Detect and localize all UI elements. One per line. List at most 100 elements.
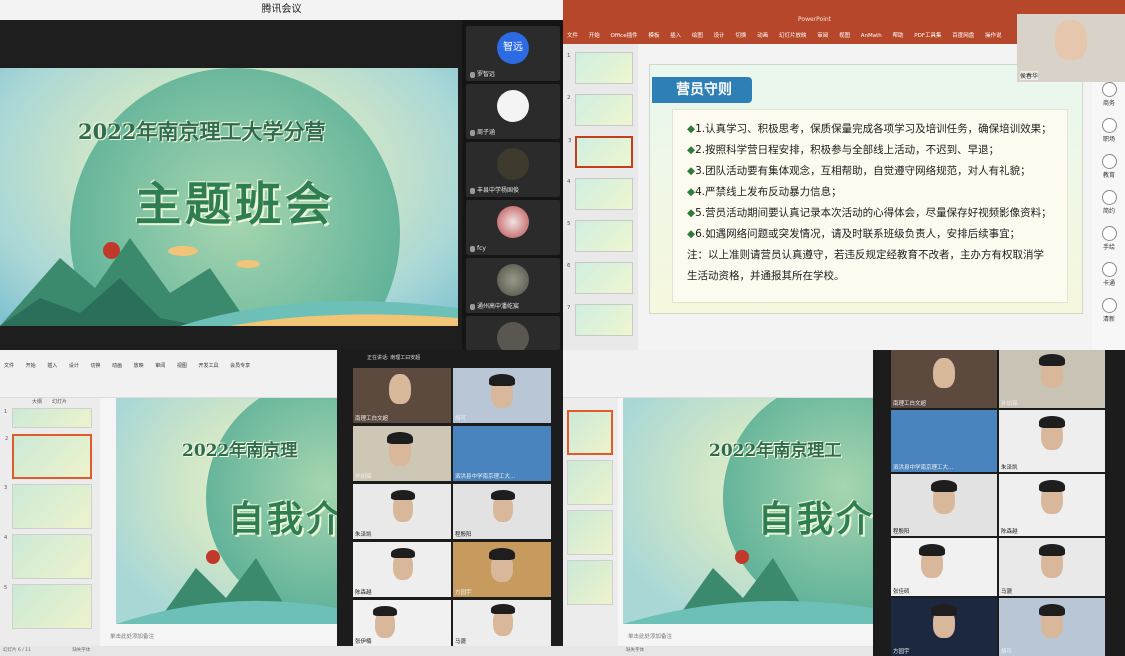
video-tile[interactable]: 陈森越 bbox=[999, 474, 1105, 536]
slide-thumbnail-panel[interactable]: 大纲 幻灯片 1 2 3 4 5 bbox=[0, 398, 100, 646]
slide-thumbnail[interactable]: 1 bbox=[4, 408, 92, 428]
ribbon-tab[interactable]: 帮助 bbox=[893, 33, 904, 39]
participant-tile[interactable]: 智远 罗智远 bbox=[466, 26, 560, 81]
tool-education[interactable]: 教育 bbox=[1096, 154, 1122, 179]
video-tile[interactable]: 陈森越 bbox=[353, 542, 451, 597]
participant-list[interactable]: 智远 罗智远 周子涵 丰县中学杨国俊 fcy 通州高中潘屹宸 bbox=[462, 20, 563, 350]
missing-font-label[interactable]: 缺失字体 bbox=[72, 648, 90, 653]
video-tile[interactable]: 南理工白文超 bbox=[353, 368, 451, 423]
note-line: 注：以上准则请营员认真遵守，若违反规定经教育不改者，主办方有权取消学 bbox=[687, 249, 1044, 261]
avatar: 智远 bbox=[497, 32, 529, 64]
ribbon-tab[interactable]: PDF工具集 bbox=[914, 33, 941, 39]
camera-tile[interactable]: 侯春华 bbox=[1017, 14, 1125, 82]
ribbon-tabs: 文件 开始 Office插件 模板 插入 绘图 设计 切换 动画 幻灯片放映 审… bbox=[567, 31, 1011, 39]
video-tile[interactable]: 胡可 bbox=[453, 368, 551, 423]
participant-tile[interactable]: 丰县中学杨国俊 bbox=[466, 142, 560, 197]
ribbon-tab[interactable]: 设计 bbox=[69, 363, 79, 369]
mic-icon bbox=[470, 187, 475, 194]
slide-thumbnail[interactable]: 1 bbox=[567, 52, 633, 84]
missing-font-label[interactable]: 缺失字体 bbox=[626, 648, 644, 653]
slides-tab[interactable]: 幻灯片 bbox=[52, 398, 67, 405]
rules-textbox[interactable]: ◆1.认真学习、积极思考，保质保量完成各项学习及培训任务，确保培训效果； ◆2.… bbox=[672, 109, 1068, 303]
mic-icon bbox=[470, 129, 475, 136]
ribbon-tab[interactable]: 绘图 bbox=[692, 33, 703, 39]
tool-cartoon[interactable]: 卡通 bbox=[1096, 262, 1122, 287]
ribbon-tab[interactable]: 放映 bbox=[134, 363, 144, 369]
video-tile[interactable]: 方园宇 bbox=[891, 598, 997, 656]
video-tile[interactable]: 朱泽凯 bbox=[353, 484, 451, 539]
video-tile[interactable]: 胡可 bbox=[999, 598, 1105, 656]
ribbon-tab[interactable]: 设计 bbox=[714, 33, 725, 39]
ribbon-tab[interactable]: 插入 bbox=[670, 33, 681, 39]
ribbon-tab[interactable]: 切换 bbox=[90, 363, 100, 369]
video-tile[interactable]: 泗洪县中学南京理工大... bbox=[453, 426, 551, 481]
ribbon-tab[interactable]: 审阅 bbox=[155, 363, 165, 369]
ribbon-tab[interactable]: 百度网盘 bbox=[952, 33, 974, 39]
notes-placeholder[interactable]: 单击此处添加备注 bbox=[618, 632, 873, 644]
video-tile[interactable]: 泗洪县中学南京理工大... bbox=[891, 410, 997, 472]
slide-thumbnail[interactable] bbox=[567, 510, 613, 555]
edit-slide[interactable]: 营员守则 ◆1.认真学习、积极思考，保质保量完成各项学习及培训任务，确保培训效果… bbox=[649, 64, 1083, 314]
video-tile[interactable]: 张佳硕 bbox=[891, 538, 997, 596]
slide-thumbnail-active[interactable]: 2 bbox=[5, 434, 92, 479]
outline-tab[interactable]: 大纲 bbox=[32, 398, 42, 405]
ribbon-tab[interactable]: 会员专享 bbox=[230, 363, 250, 369]
tool-business[interactable]: 商务 bbox=[1096, 82, 1122, 107]
participant-tile[interactable] bbox=[466, 316, 560, 350]
participant-tile[interactable]: 周子涵 bbox=[466, 84, 560, 139]
slide-thumbnail-active[interactable]: 3 bbox=[568, 136, 633, 168]
ribbon-tab[interactable]: 开发工具 bbox=[198, 363, 218, 369]
slide-thumbnail-panel[interactable]: 1 2 3 4 5 6 7 bbox=[563, 44, 638, 350]
ribbon-tab[interactable]: 开始 bbox=[589, 33, 600, 39]
ribbon-tab[interactable]: AnMath bbox=[861, 33, 882, 39]
edit-slide[interactable]: 2022年南京理工 自我介 bbox=[623, 398, 873, 624]
tool-simple[interactable]: 简约 bbox=[1096, 190, 1122, 215]
ribbon-tab[interactable]: 插入 bbox=[47, 363, 57, 369]
ribbon-tab[interactable]: 幻灯片放映 bbox=[779, 33, 807, 39]
video-tile[interactable]: 程殷阳 bbox=[453, 484, 551, 539]
tool-handdrawn[interactable]: 手绘 bbox=[1096, 226, 1122, 251]
slide-thumbnail-active[interactable] bbox=[567, 410, 613, 455]
slide-thumbnail-panel[interactable] bbox=[563, 398, 618, 646]
ribbon-tab[interactable]: 开始 bbox=[26, 363, 36, 369]
ribbon-tab[interactable]: 切换 bbox=[735, 33, 746, 39]
ribbon-tab[interactable]: Office插件 bbox=[611, 33, 638, 39]
slide-thumbnail[interactable] bbox=[567, 460, 613, 505]
slide-thumbnail[interactable] bbox=[567, 560, 613, 605]
tool-career[interactable]: 职场 bbox=[1096, 118, 1122, 143]
ribbon-tab[interactable]: 文件 bbox=[567, 33, 578, 39]
slide-thumbnail[interactable]: 3 bbox=[4, 484, 92, 529]
edit-slide[interactable]: 2022年南京理 自我介 bbox=[116, 398, 337, 624]
video-tile[interactable]: 南理工白文超 bbox=[891, 350, 997, 408]
ribbon-tab[interactable]: 动画 bbox=[757, 33, 768, 39]
video-tile[interactable]: 孙加琛 bbox=[999, 350, 1105, 408]
participant-tile[interactable]: fcy bbox=[466, 200, 560, 255]
ribbon-tab[interactable]: 视图 bbox=[177, 363, 187, 369]
slide-thumbnail[interactable]: 6 bbox=[567, 262, 633, 294]
video-tile[interactable]: 朱泽凯 bbox=[999, 410, 1105, 472]
slide-thumbnail[interactable]: 7 bbox=[567, 304, 633, 336]
tool-fresh[interactable]: 清新 bbox=[1096, 298, 1122, 323]
slide-thumbnail[interactable]: 5 bbox=[567, 220, 633, 252]
ribbon-tab[interactable]: 操作说 bbox=[985, 33, 1002, 39]
slide-thumbnail[interactable]: 4 bbox=[4, 534, 92, 579]
slide-thumbnail[interactable]: 5 bbox=[4, 584, 92, 629]
participant-tile[interactable]: 通州高中潘屹宸 bbox=[466, 258, 560, 313]
video-tile[interactable]: 马骁 bbox=[999, 538, 1105, 596]
video-tile[interactable]: 方园宇 bbox=[453, 542, 551, 597]
ribbon-tab[interactable]: 文件 bbox=[4, 363, 14, 369]
slide-thumbnail[interactable]: 4 bbox=[567, 178, 633, 210]
slide-thumbnail[interactable]: 2 bbox=[567, 94, 633, 126]
notes-placeholder[interactable]: 单击此处添加备注 bbox=[100, 632, 337, 644]
ribbon-tab[interactable]: 模板 bbox=[648, 33, 659, 39]
participant-name: 罗智远 bbox=[477, 71, 496, 78]
video-tile[interactable]: 张伊楠 bbox=[353, 600, 451, 646]
diamond-bullet-icon: ◆ bbox=[687, 123, 696, 135]
video-tile[interactable]: 马骁 bbox=[453, 600, 551, 646]
rule-text: 4.严禁线上发布反动暴力信息； bbox=[695, 186, 842, 198]
ribbon-tab[interactable]: 动画 bbox=[112, 363, 122, 369]
ribbon-tab[interactable]: 视图 bbox=[839, 33, 850, 39]
ribbon-tab[interactable]: 审阅 bbox=[817, 33, 828, 39]
video-tile[interactable]: 孙加琛 bbox=[353, 426, 451, 481]
video-tile[interactable]: 程殷阳 bbox=[891, 474, 997, 536]
